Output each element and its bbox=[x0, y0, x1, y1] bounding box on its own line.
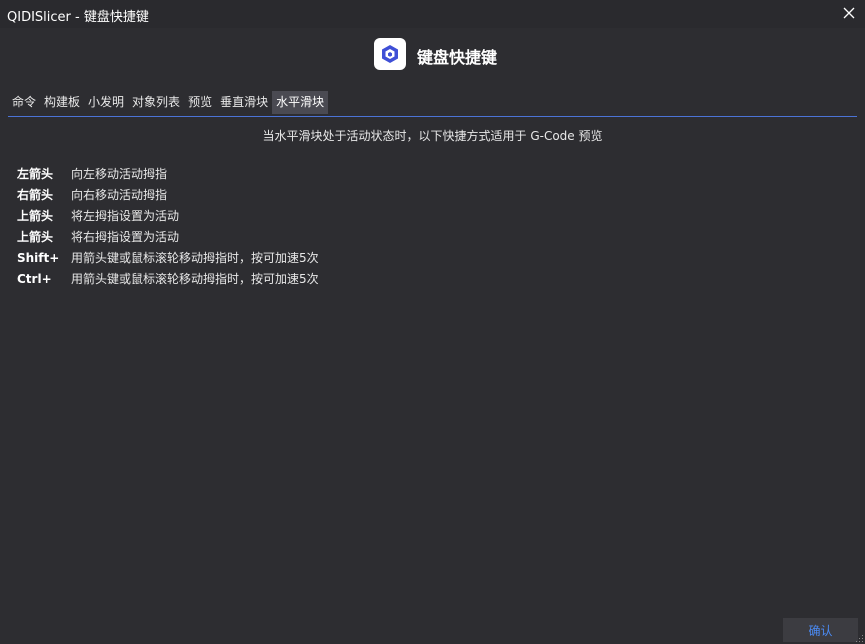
page-title: 键盘快捷键 bbox=[417, 48, 498, 67]
tab-object-list[interactable]: 对象列表 bbox=[128, 91, 184, 114]
shortcut-key: 上箭头 bbox=[17, 209, 54, 223]
shortcut-row: 上箭头 将左拇指设置为活动 bbox=[17, 205, 319, 226]
dialog-header: 键盘快捷键 bbox=[0, 38, 865, 72]
ok-button[interactable]: 确认 bbox=[783, 618, 858, 642]
tab-horizontal-slider[interactable]: 水平滑块 bbox=[272, 91, 329, 114]
tab-build-plate[interactable]: 构建板 bbox=[40, 91, 84, 114]
resize-grip-icon[interactable] bbox=[856, 635, 864, 643]
tab-commands[interactable]: 命令 bbox=[8, 91, 40, 114]
shortcuts-dialog: QIDISlicer - 键盘快捷键 键盘快捷键 命令 构建板 小发明 对象列表… bbox=[0, 0, 865, 644]
shortcut-row: 上箭头 将右拇指设置为活动 bbox=[17, 226, 319, 247]
shortcut-action: 向右移动活动拇指 bbox=[71, 188, 168, 202]
shortcut-key: Ctrl+ bbox=[17, 271, 52, 286]
shortcut-row: Shift+ 用箭头键或鼠标滚轮移动拇指时，按可加速5次 bbox=[17, 247, 319, 268]
shortcut-list: 左箭头 向左移动活动拇指 右箭头 向右移动活动拇指 上箭头 将左拇指设置为活动 … bbox=[17, 163, 319, 289]
shortcut-key: 左箭头 bbox=[17, 167, 54, 181]
tab-vertical-slider[interactable]: 垂直滑块 bbox=[216, 91, 272, 114]
shortcut-row: Ctrl+ 用箭头键或鼠标滚轮移动拇指时，按可加速5次 bbox=[17, 268, 319, 289]
window-title: QIDISlicer - 键盘快捷键 bbox=[7, 10, 149, 25]
shortcut-key: 上箭头 bbox=[17, 230, 54, 244]
tab-divider bbox=[8, 116, 857, 117]
section-description: 当水平滑块处于活动状态时，以下快捷方式适用于 G-Code 预览 bbox=[262, 129, 603, 143]
shortcut-action: 用箭头键或鼠标滚轮移动拇指时，按可加速5次 bbox=[71, 272, 319, 286]
close-icon bbox=[843, 7, 855, 19]
shortcut-key: 右箭头 bbox=[17, 188, 54, 202]
shortcut-action: 将右拇指设置为活动 bbox=[71, 230, 180, 244]
title-bar: QIDISlicer - 键盘快捷键 bbox=[0, 0, 865, 28]
close-button[interactable] bbox=[839, 3, 859, 23]
shortcut-action: 向左移动活动拇指 bbox=[71, 167, 168, 181]
shortcut-action: 用箭头键或鼠标滚轮移动拇指时，按可加速5次 bbox=[71, 251, 319, 265]
tab-preview[interactable]: 预览 bbox=[184, 91, 216, 114]
shortcut-row: 右箭头 向右移动活动拇指 bbox=[17, 184, 319, 205]
shortcut-action: 将左拇指设置为活动 bbox=[71, 209, 180, 223]
qidi-logo-icon bbox=[374, 38, 406, 70]
shortcut-key: Shift+ bbox=[17, 250, 60, 265]
tab-gizmos[interactable]: 小发明 bbox=[84, 91, 128, 114]
tab-bar: 命令 构建板 小发明 对象列表 预览 垂直滑块 水平滑块 bbox=[8, 91, 329, 116]
shortcut-row: 左箭头 向左移动活动拇指 bbox=[17, 163, 319, 184]
